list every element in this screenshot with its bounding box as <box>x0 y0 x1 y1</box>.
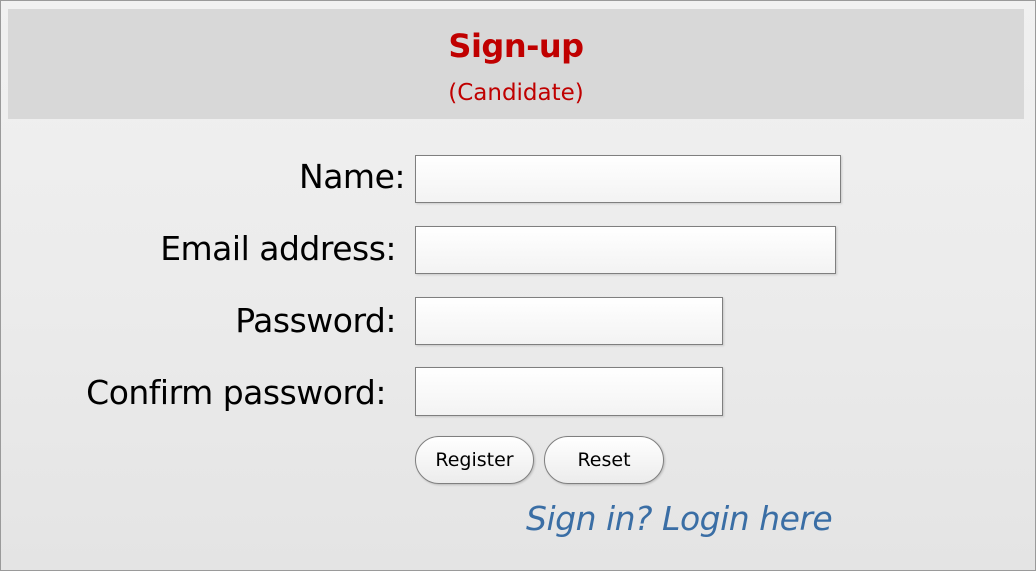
email-input[interactable] <box>415 226 836 274</box>
confirm-password-input[interactable] <box>415 367 723 416</box>
page-title: Sign-up <box>448 27 584 65</box>
confirm-password-label: Confirm password: <box>86 373 386 412</box>
email-label: Email address: <box>160 229 396 268</box>
signup-window: Sign-up (Candidate) Name: Email address:… <box>0 0 1036 571</box>
reset-button[interactable]: Reset <box>544 436 664 484</box>
name-input[interactable] <box>415 155 841 203</box>
page-subtitle: (Candidate) <box>448 80 584 106</box>
signup-header: Sign-up (Candidate) <box>8 9 1024 119</box>
login-link[interactable]: Sign in? Login here <box>526 499 833 539</box>
password-label: Password: <box>235 301 396 340</box>
password-input[interactable] <box>415 297 723 345</box>
name-label: Name: <box>299 157 405 196</box>
register-button[interactable]: Register <box>415 436 534 484</box>
